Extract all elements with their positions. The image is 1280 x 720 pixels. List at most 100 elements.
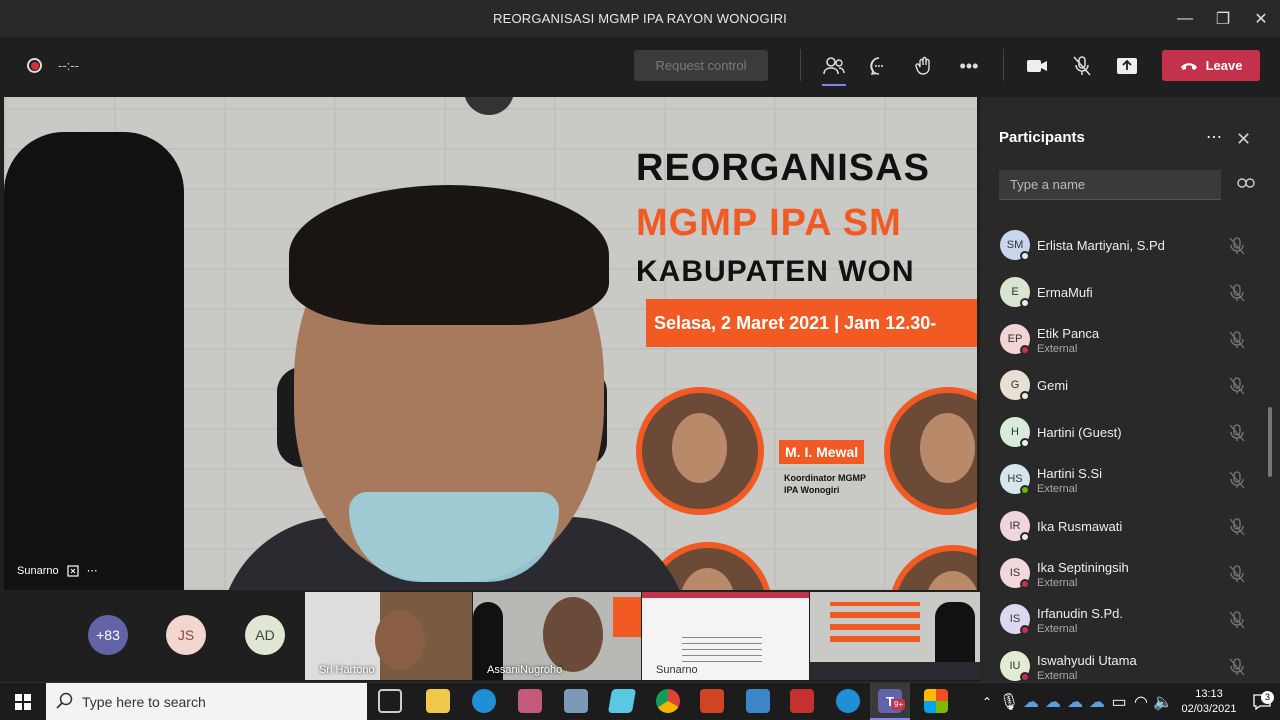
- video-thumb-banner[interactable]: [810, 592, 980, 680]
- mic-muted-icon[interactable]: [1229, 564, 1245, 583]
- participant-row[interactable]: IS Irfanudin S.Pd. External: [980, 599, 1280, 645]
- close-panel-icon[interactable]: ✕: [1236, 129, 1251, 150]
- presenter-more-icon[interactable]: ⋯: [87, 564, 98, 577]
- presence-status-icon: [1020, 578, 1030, 589]
- tray-expand-icon[interactable]: ⌃: [976, 695, 998, 709]
- participant-name: Ika Septiningsih: [1037, 559, 1129, 575]
- microphone-tray-icon[interactable]: 🎙: [998, 692, 1020, 712]
- participant-row[interactable]: SM Erlista Martiyani, S.Pd: [980, 225, 1280, 271]
- participant-name: Erlista Martiyani, S.Pd: [1037, 238, 1165, 253]
- banner-date: Selasa, 2 Maret 2021 | Jam 12.30-: [646, 299, 977, 347]
- store-icon[interactable]: [924, 689, 948, 713]
- mic-muted-icon[interactable]: [1229, 658, 1245, 676]
- mic-off-icon: [1073, 56, 1091, 76]
- more-actions-button[interactable]: •••: [954, 52, 984, 80]
- participant-row[interactable]: EP Etik Panca External: [980, 319, 1280, 365]
- participant-name: Hartini S.Si: [1037, 466, 1103, 481]
- participant-name: Etik Panca: [1037, 325, 1100, 341]
- thumb-name: AssaniNugroho: [487, 664, 563, 676]
- taskbar-search-box[interactable]: Type here to search: [46, 683, 367, 720]
- participant-row[interactable]: IU Iswahyudi Utama External: [980, 646, 1280, 682]
- maximize-button[interactable]: ❐: [1204, 0, 1242, 37]
- avatar-js[interactable]: JS: [166, 615, 206, 655]
- mic-muted-icon[interactable]: [1229, 424, 1245, 442]
- clock-date: 02/03/2021: [1181, 702, 1237, 715]
- onedrive-icon[interactable]: ☁: [1042, 692, 1064, 712]
- presence-status-icon: [1020, 438, 1030, 449]
- start-button[interactable]: [0, 683, 46, 720]
- app-icon[interactable]: [564, 689, 588, 713]
- share-screen-button[interactable]: [1112, 52, 1142, 80]
- event-banner: REORGANISAS MGMP IPA SM KABUPATEN WON Se…: [636, 147, 977, 347]
- presence-status-icon: [1020, 391, 1030, 402]
- mic-muted-icon[interactable]: [1229, 330, 1245, 349]
- battery-icon[interactable]: ▭: [1108, 692, 1130, 712]
- presenter-name: Sunarno: [17, 564, 59, 577]
- windows-logo-icon: [15, 693, 31, 710]
- participant-row[interactable]: E ErmaMufi: [980, 272, 1280, 318]
- participant-name: Iswahyudi Utama: [1037, 653, 1137, 669]
- mic-muted-icon[interactable]: [1229, 237, 1245, 255]
- presence-status-icon: [1020, 672, 1030, 682]
- volume-icon[interactable]: 🔈: [1152, 692, 1174, 712]
- participant-search-input[interactable]: [999, 170, 1221, 200]
- standee-silhouette-head: [32, 132, 114, 242]
- file-explorer-icon[interactable]: [426, 689, 450, 713]
- overflow-participants-button[interactable]: +83: [88, 615, 128, 655]
- participant-external-label: External: [1037, 623, 1078, 636]
- wifi-icon[interactable]: ◠: [1130, 692, 1152, 712]
- main-video-stage[interactable]: REORGANISAS MGMP IPA SM KABUPATEN WON Se…: [4, 97, 977, 590]
- participant-row[interactable]: G Gemi: [980, 365, 1280, 411]
- onedrive-icon[interactable]: ☁: [1086, 692, 1108, 712]
- paint-icon[interactable]: [518, 689, 542, 713]
- onedrive-icon[interactable]: ☁: [1064, 692, 1086, 712]
- close-window-button[interactable]: ✕: [1242, 0, 1280, 37]
- video-thumb-sunarno[interactable]: Sunarno: [642, 592, 809, 680]
- powerpoint-icon[interactable]: [700, 689, 724, 713]
- mute-button[interactable]: [1067, 52, 1097, 80]
- participant-row[interactable]: HS Hartini S.Si External: [980, 459, 1280, 505]
- panel-scrollbar[interactable]: [1268, 407, 1272, 477]
- participant-row[interactable]: H Hartini (Guest): [980, 412, 1280, 458]
- edge-icon[interactable]: [836, 689, 860, 713]
- reactions-button[interactable]: [909, 52, 939, 80]
- panel-more-options[interactable]: ⋯: [1206, 127, 1222, 147]
- banner-line-1: REORGANISAS: [636, 147, 930, 189]
- notification-center-button[interactable]: 3: [1244, 690, 1280, 710]
- leave-button[interactable]: Leave: [1162, 50, 1260, 81]
- taskbar-clock[interactable]: 13:13 02/03/2021: [1174, 687, 1244, 717]
- thumb-name: Sri Hartono: [319, 664, 375, 676]
- task-view-icon[interactable]: [378, 689, 402, 713]
- app-icon[interactable]: [790, 689, 814, 713]
- app-icon[interactable]: [746, 689, 770, 713]
- app-icon[interactable]: [607, 689, 637, 713]
- speaker-role-line-2: IPA Wonogiri: [784, 485, 840, 495]
- onedrive-icon[interactable]: ☁: [1020, 692, 1042, 712]
- participant-row[interactable]: IR Ika Rusmawati: [980, 506, 1280, 552]
- participant-name: ErmaMufi: [1037, 284, 1093, 300]
- mic-muted-icon[interactable]: [1229, 611, 1245, 629]
- mic-muted-icon[interactable]: [1229, 518, 1245, 536]
- video-thumb-assaninugroho[interactable]: AssaniNugroho: [473, 592, 641, 680]
- minimize-button[interactable]: —: [1166, 0, 1204, 37]
- mic-muted-icon[interactable]: [1229, 471, 1245, 489]
- edge-icon[interactable]: [472, 689, 496, 713]
- chrome-icon[interactable]: [656, 689, 680, 713]
- raise-hand-icon: [915, 56, 930, 75]
- video-thumb-sri-hartono[interactable]: Sri Hartono: [305, 592, 472, 680]
- participants-button[interactable]: [819, 52, 849, 86]
- presence-status-icon: [1020, 531, 1030, 542]
- thumb-caption-bar: [810, 662, 980, 680]
- mic-muted-icon[interactable]: [1229, 377, 1245, 395]
- teams-icon[interactable]: T 9+: [870, 683, 910, 720]
- hang-up-icon: [1180, 62, 1197, 70]
- request-control-button[interactable]: Request control: [634, 50, 768, 81]
- avatar-ad[interactable]: AD: [245, 615, 285, 655]
- chat-button[interactable]: [864, 52, 894, 80]
- mic-muted-icon[interactable]: [1229, 284, 1245, 302]
- meeting-toolbar: --:-- Request control ••• Leave: [0, 37, 1280, 95]
- share-invite-link-icon[interactable]: [1237, 177, 1255, 189]
- presence-status-icon: [1020, 344, 1030, 355]
- participant-row[interactable]: IS Ika Septiningsih External: [980, 553, 1280, 599]
- camera-button[interactable]: [1022, 52, 1052, 80]
